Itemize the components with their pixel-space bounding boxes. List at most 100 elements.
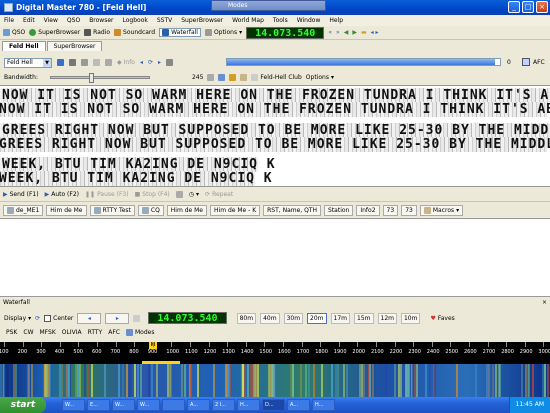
macro-button[interactable]: Info2	[356, 204, 380, 216]
modes-button[interactable]: Modes	[125, 328, 154, 336]
waterfall-button[interactable]: Waterfall	[159, 28, 201, 37]
macros-menu-button[interactable]: Macros ▾	[419, 204, 464, 216]
macro-button[interactable]: Him de Me	[166, 204, 208, 216]
taskbar-app-button[interactable]: E...	[87, 399, 110, 411]
nav-icon[interactable]: ◂ ▸	[371, 29, 379, 36]
band-12m[interactable]: 12m	[377, 312, 397, 324]
macro-button[interactable]: 73	[382, 204, 399, 216]
feld-hell-club-button[interactable]: Feld-Hell Club	[251, 73, 302, 81]
stop-icon[interactable]	[166, 59, 174, 66]
forward-icon[interactable]: ▶	[352, 29, 357, 36]
display-menu-button[interactable]: Display ▾	[4, 315, 31, 322]
close-icon[interactable]: ×	[542, 298, 547, 308]
menu-tools[interactable]: Tools	[273, 17, 288, 24]
waterfall-display[interactable]	[0, 364, 550, 397]
menu-view[interactable]: View	[44, 17, 58, 24]
start-button[interactable]: start	[0, 397, 46, 413]
refresh-icon[interactable]: ⟳	[148, 59, 153, 66]
center-checkbox[interactable]: Center	[44, 314, 73, 322]
macro-button[interactable]: Him de Me	[46, 204, 87, 216]
mode-mfsk[interactable]: MFSK	[40, 329, 56, 336]
receive-text-area[interactable]: NOW IT IS NOT SO WARM HERE ON THE FROZEN…	[0, 85, 550, 187]
mode-afc[interactable]: AFC	[108, 329, 120, 336]
taskbar-app-button[interactable]: A...	[287, 399, 310, 411]
menu-world-map[interactable]: World Map	[232, 17, 264, 24]
close-button[interactable]: ×	[536, 1, 548, 13]
menu-sstv[interactable]: SSTV	[157, 17, 172, 24]
timer-button[interactable]: ◷ ▾	[189, 191, 199, 198]
frequency-display[interactable]: 14.073.540	[246, 26, 325, 39]
taskbar-app-button[interactable]: D...	[262, 399, 285, 411]
pause-button[interactable]: ❚❚ Pause (F3)	[85, 191, 129, 198]
refresh-icon[interactable]: ⟳	[35, 315, 40, 322]
tune-up-icon[interactable]: »	[336, 29, 340, 36]
macro-button[interactable]: CQ	[137, 204, 164, 216]
superbrowser-button[interactable]: SuperBrowser	[29, 29, 80, 36]
soundcard-button[interactable]: Soundcard	[114, 29, 155, 36]
menu-help[interactable]: Help	[329, 17, 343, 24]
band-17m[interactable]: 17m	[330, 312, 351, 324]
macro-button[interactable]: 73	[401, 204, 417, 216]
frequency-scale[interactable]: H 10020030040050060070080090010001100120…	[0, 342, 550, 364]
taskbar-app-button[interactable]: H...	[237, 399, 260, 411]
afc-icon[interactable]	[522, 58, 530, 66]
forward-icon[interactable]: ▸	[158, 59, 161, 66]
options-button[interactable]: Options ▾	[204, 29, 242, 36]
menu-window[interactable]: Window	[297, 17, 321, 24]
save-icon[interactable]	[218, 73, 226, 81]
taskbar-app-button[interactable]: W...	[137, 399, 160, 411]
options-menu-button[interactable]: Options ▾	[306, 74, 334, 81]
macro-button[interactable]: RST, Name, QTH	[263, 204, 322, 216]
band-20m[interactable]: 20m	[307, 312, 327, 324]
macro-button[interactable]: Station	[324, 204, 354, 216]
waterfall-frequency-display[interactable]: 14.073.540	[148, 312, 227, 324]
edit-icon[interactable]	[81, 59, 88, 66]
menu-qso[interactable]: QSO	[67, 17, 80, 24]
folder-icon[interactable]	[229, 73, 237, 81]
mode-cw[interactable]: CW	[23, 329, 33, 336]
tab-feld-hell[interactable]: Feld Hell	[2, 41, 46, 51]
menu-superbrowser[interactable]: SuperBrowser	[181, 17, 223, 24]
tune-down-button[interactable]: ◂	[77, 312, 102, 324]
taskbar-app-button[interactable]: W...	[62, 399, 85, 411]
transmit-text-area[interactable]	[0, 218, 550, 297]
pencil-icon[interactable]	[93, 59, 100, 66]
taskbar-app-button[interactable]	[162, 399, 185, 411]
stop-button[interactable]: ■ Stop (F4)	[135, 191, 170, 198]
repeat-button[interactable]: ⟳ Repeat	[205, 191, 233, 198]
mode-rtty[interactable]: RTTY	[88, 329, 103, 336]
band-80m[interactable]: 80m	[236, 312, 257, 324]
clear-icon[interactable]	[175, 191, 183, 198]
mode-olivia[interactable]: OLIVIA	[62, 329, 82, 336]
qso-button[interactable]: QSO	[3, 29, 25, 36]
auto-button[interactable]: ▶ Auto (F2)	[45, 191, 79, 198]
info-button[interactable]: ◆ Info	[117, 59, 135, 66]
menu-file[interactable]: File	[4, 17, 14, 24]
taskbar-app-button[interactable]: A...	[187, 399, 210, 411]
taskbar-app-button[interactable]: H...	[312, 399, 335, 411]
tune-up-button[interactable]: ▸	[105, 312, 130, 324]
band-10m[interactable]: 10m	[400, 312, 421, 324]
back-icon[interactable]: ◂	[140, 59, 143, 66]
mode-select[interactable]: Feld Hell ▼	[4, 57, 52, 68]
folder-icon[interactable]: ▬	[361, 29, 367, 36]
macro-button[interactable]: Him de Me - K	[210, 204, 261, 216]
taskbar-app-button[interactable]: W...	[112, 399, 135, 411]
macro-button[interactable]: RTTY Test	[89, 204, 135, 216]
band-40m[interactable]: 40m	[260, 312, 280, 324]
tx-icon[interactable]	[57, 59, 64, 66]
menu-logbook[interactable]: Logbook	[123, 17, 148, 24]
minimize-button[interactable]: _	[508, 1, 520, 13]
taskbar-app-button[interactable]: 2 I...	[212, 399, 235, 411]
tune-down-icon[interactable]: «	[328, 29, 332, 36]
modes-floating-window[interactable]: Modes	[211, 0, 326, 11]
band-15m[interactable]: 15m	[354, 312, 374, 324]
faves-button[interactable]: ♥ Faves	[430, 315, 454, 322]
send-button[interactable]: ▶ Send (F1)	[3, 191, 39, 198]
bandwidth-slider[interactable]	[49, 72, 150, 83]
menu-browser[interactable]: Browser	[89, 17, 113, 24]
back-icon[interactable]: ◀	[344, 29, 349, 36]
tab-superbrowser[interactable]: SuperBrowser	[46, 41, 103, 51]
mode-psk[interactable]: PSK	[6, 329, 17, 336]
clear-icon[interactable]	[207, 73, 215, 81]
